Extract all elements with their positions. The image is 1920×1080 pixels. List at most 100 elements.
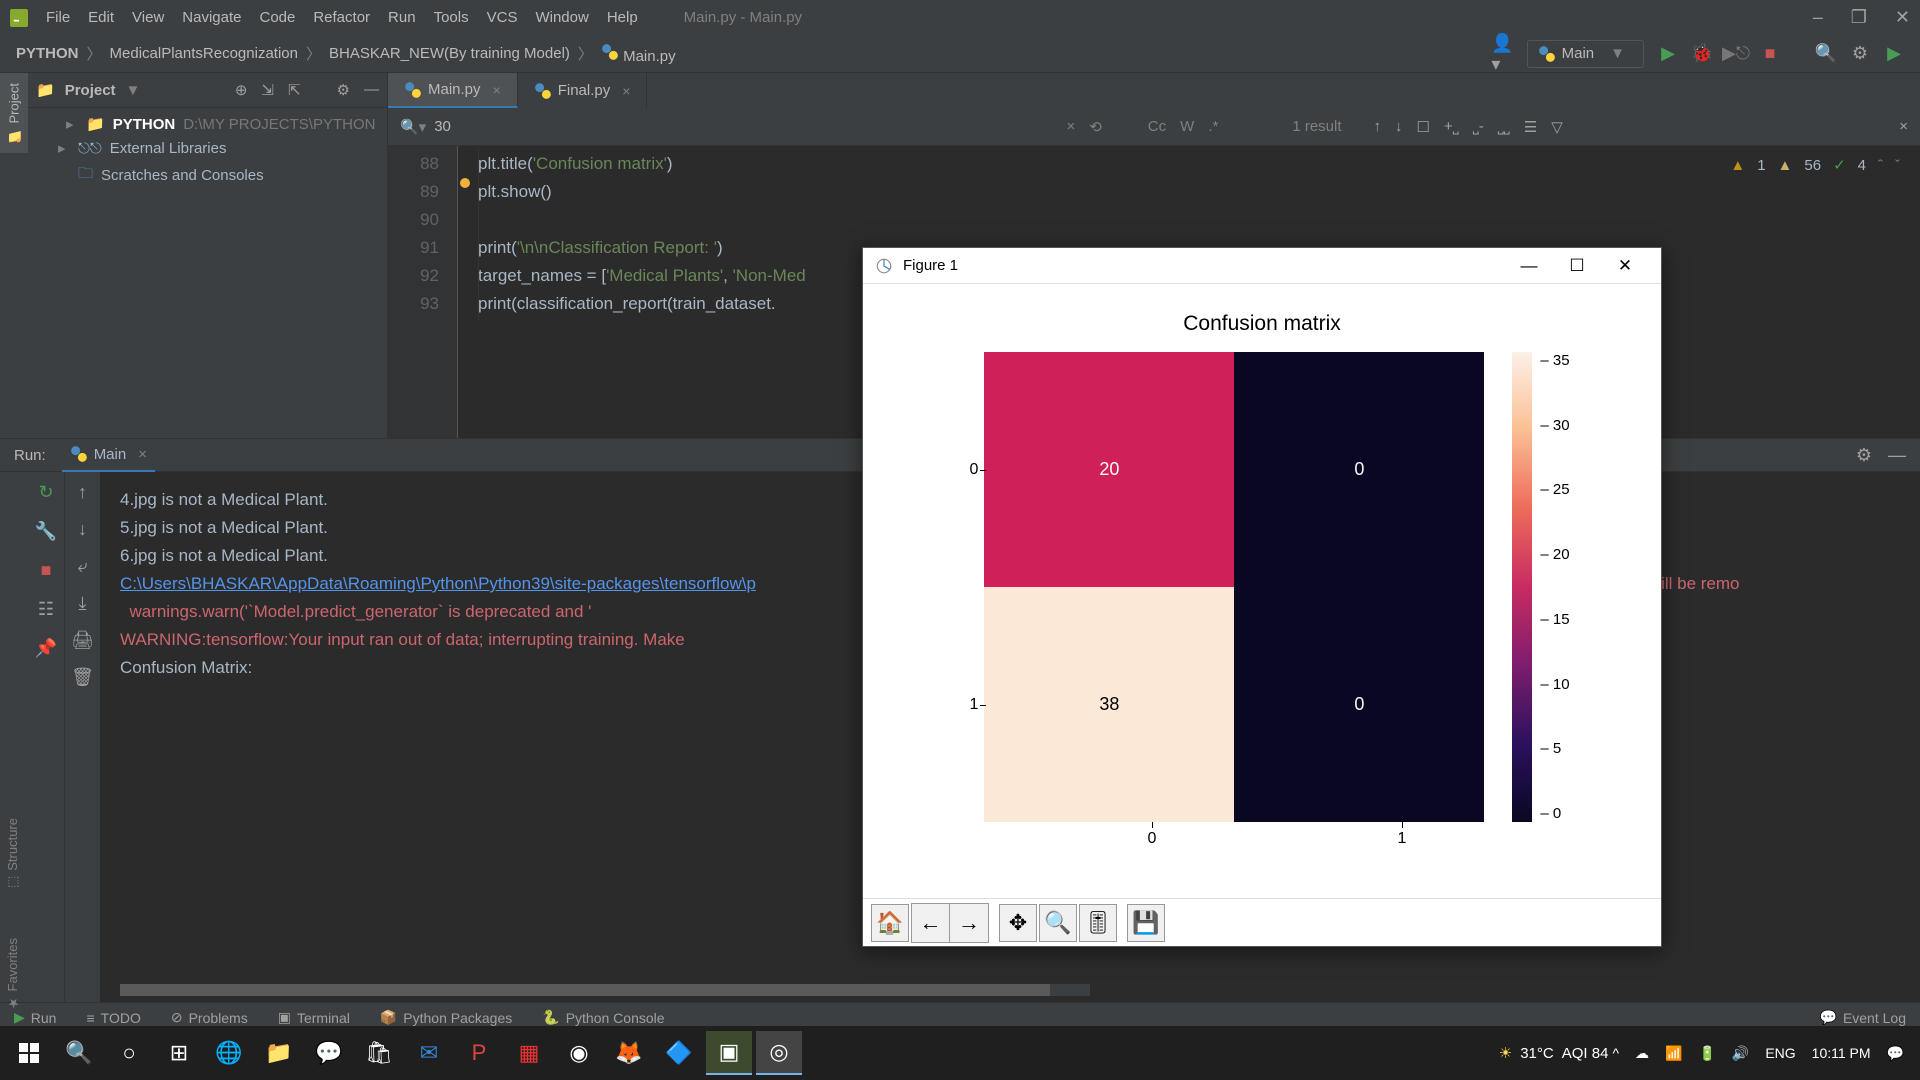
start-icon[interactable] <box>6 1031 52 1075</box>
cortana-icon[interactable]: ○ <box>106 1031 152 1075</box>
run-anything-icon[interactable]: ▶ <box>1884 44 1904 64</box>
tool-todo[interactable]: ≡TODO <box>86 1010 140 1026</box>
editor-tab-final[interactable]: Final.py × <box>518 73 648 108</box>
prev-match-icon[interactable]: ↑ <box>1374 118 1382 136</box>
gear-icon[interactable]: ⚙ <box>1856 445 1872 466</box>
app-icon[interactable]: 🔷 <box>656 1031 702 1075</box>
tool-terminal[interactable]: ▣Terminal <box>278 1009 350 1026</box>
next-match-icon[interactable]: ↓ <box>1395 118 1403 136</box>
menu-window[interactable]: Window <box>535 9 588 26</box>
soft-wrap-icon[interactable]: ⤶ <box>77 556 87 577</box>
forward-icon[interactable]: → <box>950 904 988 942</box>
save-icon[interactable]: 💾 <box>1127 904 1165 942</box>
firefox-icon[interactable]: 🦊 <box>606 1031 652 1075</box>
stop-icon[interactable]: ■ <box>1760 44 1780 64</box>
menu-tools[interactable]: Tools <box>434 9 469 26</box>
tool-problems[interactable]: ⊘Problems <box>171 1009 248 1026</box>
menu-edit[interactable]: Edit <box>88 9 114 26</box>
tree-item-external[interactable]: ▸ ⎋⎋ External Libraries <box>28 136 387 160</box>
regex-icon[interactable]: .* <box>1208 118 1218 135</box>
pycharm-icon[interactable]: ▣ <box>706 1031 752 1075</box>
whatsapp-icon[interactable]: 💬 <box>306 1031 352 1075</box>
editor-tab-main[interactable]: Main.py × <box>388 73 518 108</box>
wifi-icon[interactable]: 📶 <box>1665 1045 1682 1062</box>
menu-navigate[interactable]: Navigate <box>182 9 241 26</box>
scroll-end-icon[interactable]: ⤓ <box>79 593 87 614</box>
breadcrumb[interactable]: Main.py <box>601 43 676 65</box>
tree-root[interactable]: ▸ 📁 PYTHON D:\MY PROJECTS\PYTHON <box>28 112 387 136</box>
notifications-icon[interactable]: 💬 <box>1887 1045 1904 1062</box>
close-icon[interactable]: ✕ <box>1895 7 1910 28</box>
store-icon[interactable]: 🛍 <box>356 1031 402 1075</box>
app-icon[interactable]: P <box>456 1031 502 1075</box>
project-tool-tab[interactable]: 📁 Project <box>0 73 28 153</box>
language-indicator[interactable]: ENG <box>1765 1045 1795 1061</box>
weather-widget[interactable]: ☀ 31°C AQI 84 <box>1499 1044 1609 1062</box>
tool-event-log[interactable]: 💬Event Log <box>1820 1009 1907 1026</box>
minimize-icon[interactable]: — <box>1505 256 1553 276</box>
menu-vcs[interactable]: VCS <box>487 9 518 26</box>
print-icon[interactable]: 🖨 <box>71 630 94 651</box>
toggle-icon[interactable]: ⟲ <box>1089 118 1102 136</box>
menu-help[interactable]: Help <box>607 9 638 26</box>
task-view-icon[interactable]: ⊞ <box>156 1031 202 1075</box>
back-icon[interactable]: ← <box>912 904 950 942</box>
search-icon[interactable]: 🔍 <box>1816 44 1836 64</box>
tab-close-icon[interactable]: × <box>493 82 501 98</box>
maximize-icon[interactable]: ☐ <box>1553 256 1601 276</box>
trash-icon[interactable]: 🗑 <box>71 667 94 688</box>
pin-icon[interactable]: 📌 <box>35 638 57 659</box>
export-icon[interactable]: ☰ <box>1524 118 1537 136</box>
edge-icon[interactable]: 🌐 <box>206 1031 252 1075</box>
close-icon[interactable]: ✕ <box>1601 256 1649 276</box>
system-tray[interactable]: ^ ☁ 📶 🔋 🔊 ENG 10:11 PM 💬 <box>1612 1045 1914 1062</box>
search-icon[interactable]: 🔍 <box>56 1031 102 1075</box>
structure-tool-tab[interactable]: ⬚ Structure <box>0 810 28 897</box>
hide-icon[interactable]: — <box>1888 445 1906 466</box>
expand-icon[interactable]: ⇲ <box>261 81 274 99</box>
chrome-icon[interactable]: ◉ <box>556 1031 602 1075</box>
wrench-icon[interactable]: 🔧 <box>35 521 57 542</box>
add-selection-icon[interactable]: +⎵ <box>1444 118 1459 136</box>
menu-file[interactable]: File <box>46 9 70 26</box>
settings-icon[interactable]: ⚙ <box>1850 44 1870 64</box>
down-icon[interactable]: ↓ <box>78 519 87 540</box>
app-icon[interactable]: ▦ <box>506 1031 552 1075</box>
layout-icon[interactable]: ☷ <box>38 599 54 620</box>
mail-icon[interactable]: ✉ <box>406 1031 452 1075</box>
select-all-icon[interactable]: ☐ <box>1417 118 1430 136</box>
user-icon[interactable]: 👤▾ <box>1493 44 1513 64</box>
pan-icon[interactable]: ✥ <box>999 904 1037 942</box>
menu-run[interactable]: Run <box>388 9 416 26</box>
debug-icon[interactable]: 🐞 <box>1692 44 1712 64</box>
filter-icon[interactable]: ▽ <box>1551 118 1563 136</box>
close-find-icon[interactable]: × <box>1899 118 1908 135</box>
clear-icon[interactable]: × <box>1066 118 1075 135</box>
minimize-icon[interactable]: – <box>1813 7 1823 28</box>
remove-selection-icon[interactable]: ⎵- <box>1473 118 1484 136</box>
battery-icon[interactable]: 🔋 <box>1698 1045 1715 1062</box>
select-occ-icon[interactable]: ⎵⎵ <box>1498 118 1510 136</box>
run-icon[interactable]: ▶ <box>1658 44 1678 64</box>
onedrive-icon[interactable]: ☁ <box>1635 1045 1649 1062</box>
locate-icon[interactable]: ⊕ <box>235 81 248 99</box>
stop-icon[interactable]: ■ <box>41 560 52 581</box>
menu-refactor[interactable]: Refactor <box>313 9 370 26</box>
volume-icon[interactable]: 🔊 <box>1732 1045 1749 1062</box>
tool-python-packages[interactable]: 📦Python Packages <box>380 1009 512 1026</box>
tree-item-scratches[interactable]: 🗀 Scratches and Consoles <box>28 160 387 191</box>
tool-python-console[interactable]: 🐍Python Console <box>542 1009 664 1026</box>
breadcrumb[interactable]: BHASKAR_NEW(By training Model) <box>329 45 570 62</box>
figure-title-bar[interactable]: Figure 1 — ☐ ✕ <box>863 248 1661 284</box>
match-case-icon[interactable]: Cc <box>1148 118 1166 135</box>
breadcrumb[interactable]: MedicalPlantsRecognization <box>110 45 298 62</box>
run-tab[interactable]: Main × <box>62 438 155 472</box>
rerun-icon[interactable]: ↻ <box>38 482 53 503</box>
coverage-icon[interactable]: ▶⎋ <box>1726 44 1746 64</box>
figure-taskbar-icon[interactable]: ◎ <box>756 1031 802 1075</box>
tab-close-icon[interactable]: × <box>622 83 630 99</box>
hide-icon[interactable]: — <box>364 81 379 99</box>
collapse-icon[interactable]: ⇱ <box>288 81 301 99</box>
menu-view[interactable]: View <box>132 9 164 26</box>
favorites-tool-tab[interactable]: ★ Favorites <box>0 930 28 1018</box>
